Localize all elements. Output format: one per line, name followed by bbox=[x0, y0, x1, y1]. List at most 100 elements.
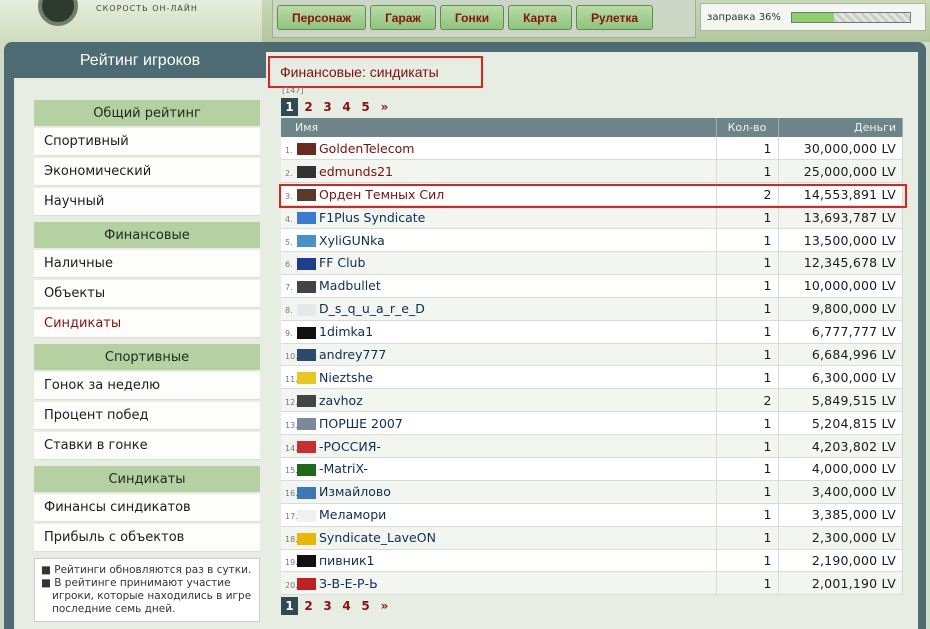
syndicate-name-link[interactable]: andrey777 bbox=[319, 347, 386, 362]
nav-button-roulette[interactable]: Рулетка bbox=[575, 5, 654, 30]
cell-name: 2. edmunds21 bbox=[281, 159, 717, 184]
info-note-line: ■ Рейтинги обновляются раз в сутки. bbox=[41, 564, 252, 576]
sidebar-title: Рейтинг игроков bbox=[79, 52, 201, 69]
page-link[interactable]: 5 bbox=[357, 597, 374, 615]
nav-button-garage[interactable]: Гараж bbox=[370, 5, 436, 30]
syndicate-name-link[interactable]: Nieztshe bbox=[319, 370, 373, 385]
info-note-line: ■ В рейтинге принимают участие игроки, к… bbox=[41, 577, 252, 615]
logo[interactable]: СКОРОСТЬ ОН-ЛАЙН bbox=[0, 0, 262, 42]
page-link[interactable]: 1 bbox=[281, 98, 298, 116]
sidebar-item-race-bets[interactable]: Ставки в гонке bbox=[34, 432, 260, 460]
syndicate-name-link[interactable]: D_s_q_u_a_r_e_D bbox=[319, 301, 425, 316]
syndicate-name-link[interactable]: 1dimka1 bbox=[319, 324, 373, 339]
page-link[interactable]: 4 bbox=[338, 98, 355, 116]
cell-name: 7. Madbullet bbox=[281, 274, 717, 298]
cell-count: 1 bbox=[716, 434, 779, 458]
page-link[interactable]: 2 bbox=[300, 597, 317, 615]
column-header-count[interactable]: Кол-во bbox=[716, 118, 779, 137]
page-next[interactable]: » bbox=[376, 597, 393, 615]
cell-money: 10,000,000 LV bbox=[778, 274, 903, 298]
sidebar-item-sport[interactable]: Спортивный bbox=[34, 128, 260, 156]
rank-number: 8. bbox=[285, 306, 293, 316]
cell-name: 3. Орден Темных Сил bbox=[281, 182, 717, 207]
cell-count: 1 bbox=[716, 571, 779, 596]
table-row: 19. пивник1 1 2,190,000 LV bbox=[281, 549, 903, 573]
syndicate-name-link[interactable]: F1Plus Syndicate bbox=[319, 210, 425, 225]
sidebar-item-economic[interactable]: Экономический bbox=[34, 158, 260, 186]
cell-money: 25,000,000 LV bbox=[778, 159, 903, 184]
syndicate-name-link[interactable]: edmunds21 bbox=[319, 164, 393, 179]
syndicate-name-link[interactable]: -MatriX- bbox=[319, 461, 368, 476]
syndicate-name-link[interactable]: Меламори bbox=[319, 507, 386, 522]
syndicate-logo-icon bbox=[297, 257, 316, 270]
syndicate-name-link[interactable]: Madbullet bbox=[319, 278, 381, 293]
column-header-money[interactable]: Деньги bbox=[778, 118, 903, 137]
cell-name: 8. D_s_q_u_a_r_e_D bbox=[281, 297, 717, 321]
sidebar-item-science[interactable]: Научный bbox=[34, 188, 260, 216]
cell-count: 1 bbox=[716, 297, 779, 321]
syndicate-name-link[interactable]: zavhoz bbox=[319, 393, 363, 408]
table-row: 14. -РОССИЯ- 1 4,203,802 LV bbox=[281, 434, 903, 458]
cell-name: 18. Syndicate_LaveON bbox=[281, 526, 717, 550]
table-row: 20. З-В-Е-Р-Ь 1 2,001,190 LV bbox=[281, 571, 903, 596]
cell-count: 1 bbox=[716, 228, 779, 252]
table-row: 5. XyliGUNka 1 13,500,000 LV bbox=[281, 228, 903, 252]
cell-name: 17. Меламори bbox=[281, 503, 717, 527]
table-row: 1. GoldenTelecom 1 30,000,000 LV bbox=[281, 137, 903, 161]
logo-subtitle: СКОРОСТЬ ОН-ЛАЙН bbox=[96, 4, 198, 13]
table-body: 1. GoldenTelecom 1 30,000,000 LV 2. edmunds21… bbox=[281, 137, 903, 596]
sidebar-item-syndicate-finance[interactable]: Финансы синдикатов bbox=[34, 494, 260, 522]
cell-count: 1 bbox=[716, 457, 779, 481]
cell-money: 3,400,000 LV bbox=[778, 480, 903, 504]
syndicate-name-link[interactable]: З-В-Е-Р-Ь bbox=[319, 576, 378, 591]
page-link[interactable]: 5 bbox=[357, 98, 374, 116]
cell-money: 13,500,000 LV bbox=[778, 228, 903, 252]
syndicate-name-link[interactable]: Орден Темных Сил bbox=[319, 187, 444, 202]
sidebar-item-syndicates[interactable]: Синдикаты bbox=[34, 310, 260, 338]
page-next[interactable]: » bbox=[376, 98, 393, 116]
total-count: [147] bbox=[282, 86, 304, 95]
cell-name: 4. F1Plus Syndicate bbox=[281, 205, 717, 230]
cell-money: 9,800,000 LV bbox=[778, 297, 903, 321]
sidebar-item-weekly-races[interactable]: Гонок за неделю bbox=[34, 372, 260, 400]
sidebar-item-cash[interactable]: Наличные bbox=[34, 250, 260, 278]
syndicate-name-link[interactable]: FF Club bbox=[319, 255, 365, 270]
syndicate-name-link[interactable]: ПОРШЕ 2007 bbox=[319, 416, 403, 431]
syndicate-logo-icon bbox=[297, 509, 316, 522]
rank-number: 5. bbox=[285, 237, 293, 247]
sidebar-item-object-profit[interactable]: Прибыль с объектов bbox=[34, 524, 260, 552]
cell-name: 14. -РОССИЯ- bbox=[281, 434, 717, 458]
page-link[interactable]: 4 bbox=[338, 597, 355, 615]
sidebar-item-win-percent[interactable]: Процент побед bbox=[34, 402, 260, 430]
nav-button-map[interactable]: Карта bbox=[508, 5, 572, 30]
syndicate-name-link[interactable]: GoldenTelecom bbox=[319, 141, 414, 156]
table-row: 10. andrey777 1 6,684,996 LV bbox=[281, 343, 903, 367]
cell-name: 16. Измайлово bbox=[281, 480, 717, 504]
syndicate-logo-icon bbox=[297, 555, 316, 568]
syndicate-name-link[interactable]: пивник1 bbox=[319, 553, 374, 568]
table-row: 12. zavhoz 2 5,849,515 LV bbox=[281, 388, 903, 413]
nav-button-character[interactable]: Персонаж bbox=[277, 5, 367, 30]
syndicate-name-link[interactable]: Измайлово bbox=[319, 484, 391, 499]
sidebar-item-objects[interactable]: Объекты bbox=[34, 280, 260, 308]
cell-count: 1 bbox=[716, 137, 779, 161]
pagination-bottom: 1 2 3 4 5 » bbox=[281, 597, 393, 615]
syndicate-name-link[interactable]: Syndicate_LaveON bbox=[319, 530, 436, 545]
page-link[interactable]: 3 bbox=[319, 597, 336, 615]
syndicate-name-link[interactable]: -РОССИЯ- bbox=[319, 439, 381, 454]
nav-button-races[interactable]: Гонки bbox=[439, 5, 505, 30]
rank-number: 7. bbox=[285, 283, 293, 293]
page-link[interactable]: 2 bbox=[300, 98, 317, 116]
syndicate-logo-icon bbox=[297, 235, 316, 247]
cell-money: 5,204,815 LV bbox=[778, 411, 903, 436]
page-link[interactable]: 1 bbox=[281, 597, 298, 615]
syndicate-name-link[interactable]: XyliGUNka bbox=[319, 233, 385, 248]
cell-count: 1 bbox=[716, 274, 779, 298]
cell-name: 15. -MatriX- bbox=[281, 457, 717, 481]
main-nav: Персонаж Гараж Гонки Карта Рулетка bbox=[272, 0, 696, 38]
page-link[interactable]: 3 bbox=[319, 98, 336, 116]
cell-money: 14,553,891 LV bbox=[778, 182, 903, 207]
column-header-name[interactable]: Имя bbox=[281, 118, 717, 137]
cell-name: 10. andrey777 bbox=[281, 343, 717, 367]
cell-count: 2 bbox=[716, 182, 779, 207]
